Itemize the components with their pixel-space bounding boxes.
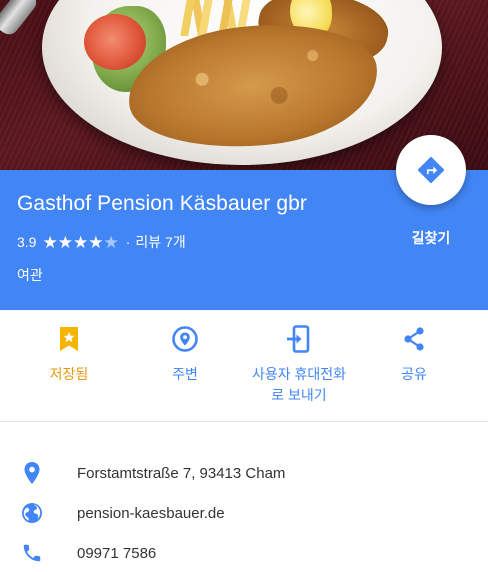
nearby-pin-icon — [170, 324, 200, 354]
nearby-label: 주변 — [172, 366, 198, 382]
send-to-phone-icon — [284, 324, 314, 354]
directions-label[interactable]: 길찾기 — [396, 228, 466, 248]
share-button[interactable]: 공유 — [384, 324, 444, 385]
star-empty-icon: ★ — [103, 232, 119, 252]
share-label: 공유 — [401, 366, 427, 382]
action-bar: 저장됨 주변 사용자 휴대전화 로 보내기 공유 — [0, 310, 488, 422]
star-filled-icon: ★ — [72, 232, 89, 252]
separator-dot: · — [125, 234, 131, 250]
bookmark-star-icon — [54, 324, 84, 354]
rating-row[interactable]: 3.9 ★ ★ ★ ★ ★ · 리뷰 7개 — [17, 232, 186, 252]
share-icon — [399, 324, 429, 354]
star-filled-icon: ★ — [88, 232, 104, 252]
nearby-button[interactable]: 주변 — [156, 324, 214, 385]
website-text: pension-kaesbauer.de — [77, 504, 225, 522]
directions-icon — [417, 156, 445, 184]
place-category: 여관 — [17, 267, 43, 283]
globe-icon — [20, 501, 44, 525]
send-to-phone-label-line2: 로 보내기 — [271, 387, 327, 403]
star-filled-icon: ★ — [42, 232, 58, 252]
website-row[interactable]: pension-kaesbauer.de — [0, 493, 488, 533]
address-row[interactable]: Forstamtstraße 7, 93413 Cham — [0, 453, 488, 493]
phone-row[interactable]: 09971 7586 — [0, 533, 488, 572]
place-title: Gasthof Pension Käsbauer gbr — [17, 192, 307, 215]
address-text: Forstamtstraße 7, 93413 Cham — [77, 464, 286, 482]
rating-value: 3.9 — [17, 234, 37, 250]
save-button[interactable]: 저장됨 — [40, 324, 98, 385]
send-to-phone-button[interactable]: 사용자 휴대전화 로 보내기 — [240, 324, 358, 406]
star-filled-icon: ★ — [57, 232, 73, 252]
reviews-link[interactable]: 리뷰 7개 — [135, 232, 185, 252]
place-card: Gasthof Pension Käsbauer gbr 3.9 ★ ★ ★ ★ ★ ·… — [0, 0, 488, 572]
tomato-slice — [84, 14, 146, 70]
phone-icon — [20, 541, 44, 565]
send-to-phone-label: 사용자 휴대전화 로 보내기 — [252, 364, 346, 406]
send-to-phone-label-line1: 사용자 휴대전화 — [251, 366, 347, 382]
location-pin-icon — [20, 461, 44, 485]
directions-button[interactable] — [396, 135, 466, 205]
rating-stars: ★ ★ ★ ★ ★ — [42, 234, 118, 251]
save-label: 저장됨 — [49, 366, 89, 382]
phone-text: 09971 7586 — [77, 544, 157, 562]
